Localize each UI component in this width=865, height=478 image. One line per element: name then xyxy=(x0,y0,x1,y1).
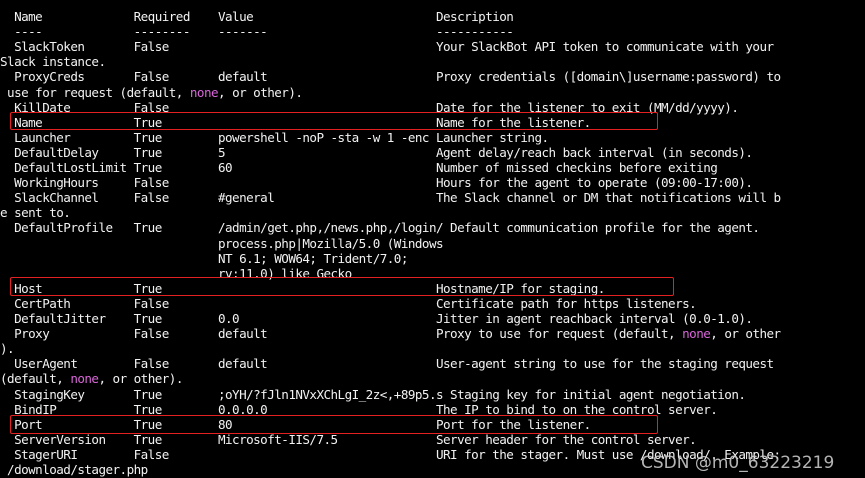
highlight-box-port xyxy=(10,415,658,434)
terminal-line: DefaultProfile True /admin/get.php,/news… xyxy=(0,220,760,236)
terminal-line: DefaultJitter True 0.0 Jitter in agent r… xyxy=(0,311,753,326)
line-text: , or other xyxy=(710,326,781,342)
line-text: use for request (default, xyxy=(0,84,190,100)
terminal-line: use for request (default, none, or other… xyxy=(0,84,303,100)
line-text: Slack instance. xyxy=(0,54,106,70)
terminal-line: UserAgent False default User-agent strin… xyxy=(0,356,774,371)
terminal-line: NT 6.1; WOW64; Trident/7.0; xyxy=(0,251,408,266)
terminal-line: StagingKey True ;oYH/?fJln1NVxXChLgI_2z<… xyxy=(0,386,746,402)
terminal-line: Slack instance. xyxy=(0,54,106,70)
line-text: process.php|Mozilla/5.0 (Windows xyxy=(0,235,444,251)
keyword-text: none xyxy=(70,371,99,387)
line-text: UserAgent False default User-agent strin… xyxy=(0,356,774,372)
line-text: CertPath False Certificate path for http… xyxy=(0,295,697,311)
line-text: DefaultLostLimit True 60 Number of misse… xyxy=(0,160,718,175)
line-text: NT 6.1; WOW64; Trident/7.0; xyxy=(0,250,408,266)
terminal-line: SlackToken False Your SlackBot API token… xyxy=(0,39,774,54)
keyword-text: none xyxy=(189,84,219,100)
line-text: SlackChannel False #general The Slack ch… xyxy=(0,190,781,206)
line-text: WorkingHours False Hours for the agent t… xyxy=(0,175,753,191)
terminal-line: SlackChannel False #general The Slack ch… xyxy=(0,190,781,205)
line-text: DefaultDelay True 5 Agent delay/reach ba… xyxy=(0,144,753,160)
terminal-line: ProxyCreds False default Proxy credentia… xyxy=(0,69,781,84)
terminal-line: DefaultDelay True 5 Agent delay/reach ba… xyxy=(0,144,753,160)
line-text: , or other). xyxy=(218,84,303,100)
terminal-window: Name Required Value Description ---- ---… xyxy=(0,0,865,478)
line-text: Launcher True powershell -noP -sta -w 1 … xyxy=(0,129,549,145)
line-text: Proxy False default Proxy to use for req… xyxy=(0,326,683,342)
terminal-line: e sent to. xyxy=(0,205,71,221)
highlight-box-host xyxy=(10,277,674,296)
terminal-line: DefaultLostLimit True 60 Number of misse… xyxy=(0,160,718,175)
line-text: DefaultProfile True /admin/get.php,/news… xyxy=(0,220,760,236)
terminal-line: (default, none, or other). xyxy=(0,371,183,386)
terminal-line: Proxy False default Proxy to use for req… xyxy=(0,326,781,341)
line-text: ProxyCreds False default Proxy credentia… xyxy=(0,69,781,85)
terminal-line: ). xyxy=(0,341,15,357)
highlight-box-name xyxy=(10,112,658,130)
line-text: (default, xyxy=(0,371,71,387)
terminal-line: process.php|Mozilla/5.0 (Windows xyxy=(0,235,444,251)
keyword-text: none xyxy=(682,326,711,342)
line-text: , or other). xyxy=(98,371,183,387)
terminal-line: CertPath False Certificate path for http… xyxy=(0,295,697,311)
line-text: /download/stager.php xyxy=(0,462,148,477)
line-text: ---- -------- ------- ----------- xyxy=(0,24,514,40)
line-text: StagingKey True ;oYH/?fJln1NVxXChLgI_2z<… xyxy=(0,386,746,402)
terminal-line: Launcher True powershell -noP -sta -w 1 … xyxy=(0,130,549,145)
watermark: CSDN @m0_63223219 xyxy=(641,453,835,473)
line-text: Name Required Value Description xyxy=(0,9,514,24)
terminal-line: Name Required Value Description xyxy=(0,9,514,24)
terminal-line: /download/stager.php xyxy=(0,462,148,477)
terminal-line: ---- -------- ------- ----------- xyxy=(0,24,514,40)
line-text: DefaultJitter True 0.0 Jitter in agent r… xyxy=(0,311,753,326)
terminal-line: WorkingHours False Hours for the agent t… xyxy=(0,175,753,191)
line-text: e sent to. xyxy=(0,205,71,221)
line-text: ). xyxy=(0,341,15,357)
terminal-line: ServerVersion True Microsoft-IIS/7.5 Ser… xyxy=(0,431,697,447)
line-text: SlackToken False Your SlackBot API token… xyxy=(0,39,774,55)
line-text: ServerVersion True Microsoft-IIS/7.5 Ser… xyxy=(0,431,697,447)
